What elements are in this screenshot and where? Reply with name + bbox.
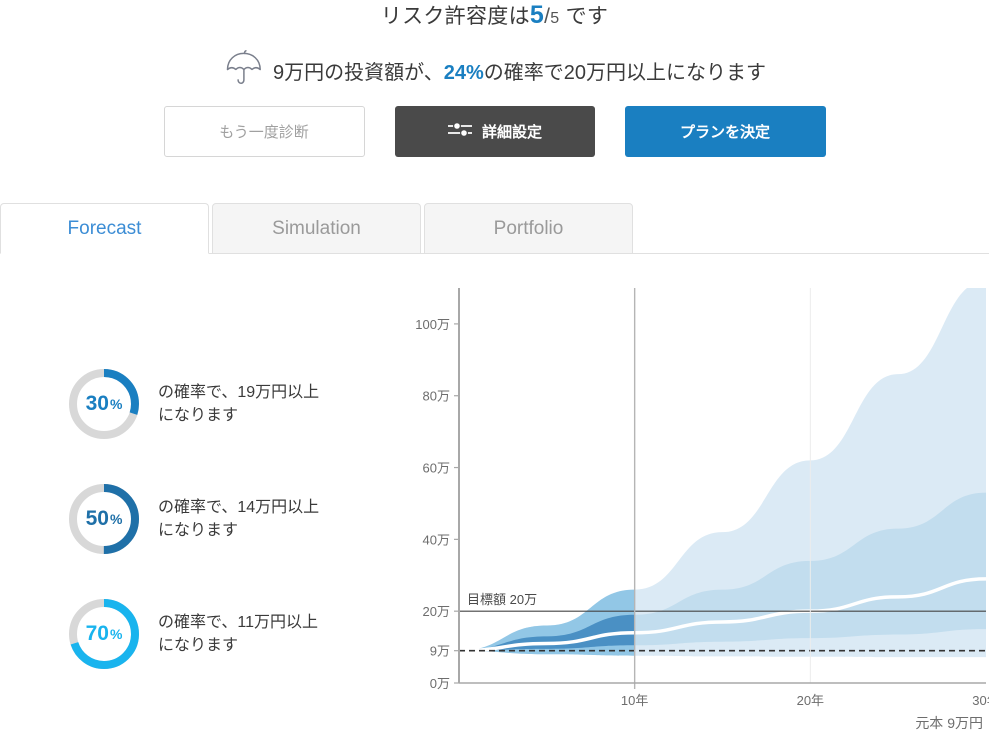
- x-axis-tick-label: 30年: [972, 693, 989, 708]
- rediagnose-button[interactable]: もう一度診断: [163, 106, 365, 157]
- donut-label-50: 50%: [68, 483, 140, 555]
- chart-footer-note: 元本 9万円: [915, 715, 983, 731]
- forecast-chart: 目標額 20万 0万 9万 20万 40万 60万 80万 100万 10年 20年 30年 元本 …: [404, 283, 989, 744]
- headline-prefix: リスク許容度は: [380, 5, 530, 28]
- x-axis-tick-label: 10年: [621, 693, 648, 708]
- x-axis-tick-label: 20年: [797, 693, 824, 708]
- decide-plan-button[interactable]: プランを決定: [624, 106, 826, 157]
- umbrella-icon: [223, 50, 265, 95]
- tab-bar: Forecast Simulation Portfolio: [0, 203, 989, 254]
- donut-percent-30: 30: [85, 392, 109, 415]
- donut-chart-30: 30%: [68, 368, 140, 440]
- tab-simulation-label: Simulation: [272, 217, 361, 239]
- probability-text-30-line2: になります: [158, 407, 239, 424]
- goal-line-label: 目標額 20万: [467, 592, 537, 607]
- advanced-settings-button-label: 詳細設定: [481, 124, 542, 141]
- y-axis-tick-label: 100万: [415, 317, 450, 332]
- summary-text-before: 9万円の投資額が、: [272, 61, 444, 84]
- donut-chart-50: 50%: [68, 483, 140, 555]
- risk-score-denominator: 5: [550, 10, 560, 27]
- tab-forecast[interactable]: Forecast: [0, 203, 209, 254]
- y-axis-tick-label: 0万: [430, 676, 450, 691]
- donut-chart-70: 70%: [68, 598, 140, 670]
- tab-portfolio[interactable]: Portfolio: [424, 203, 633, 254]
- probability-row-50: 50% の確率で、14万円以上 になります: [68, 483, 319, 555]
- probability-text-70: の確率で、11万円以上 になります: [158, 611, 318, 657]
- probability-row-30: 30% の確率で、19万円以上 になります: [68, 368, 319, 440]
- action-button-row: もう一度診断 詳細設定 プランを決定: [0, 106, 989, 157]
- donut-label-70: 70%: [68, 598, 140, 670]
- sliders-icon: [447, 121, 473, 142]
- forecast-page: リスク許容度は5/5 です 9万円の投資額が、 24% の確率で20万円以上になりま…: [0, 0, 989, 744]
- page-title: リスク許容度は5/5 です: [0, 0, 989, 34]
- tab-forecast-label: Forecast: [67, 217, 142, 239]
- probability-text-50-line1: の確率で、14万円以上: [158, 499, 320, 516]
- y-axis-tick-label: 40万: [423, 532, 450, 547]
- probability-text-70-line2: になります: [158, 637, 239, 654]
- donut-percent-50: 50: [85, 507, 109, 530]
- probability-text-70-line1: の確率で、11万円以上: [158, 614, 318, 631]
- probability-text-50: の確率で、14万円以上 になります: [158, 496, 319, 542]
- decide-plan-button-label: プランを決定: [679, 124, 770, 141]
- probability-text-50-line2: になります: [158, 522, 239, 539]
- probability-row-70: 70% の確率で、11万円以上 になります: [68, 598, 319, 670]
- donut-percent-symbol-50: %: [109, 511, 123, 527]
- y-axis-tick-label: 80万: [423, 389, 450, 404]
- tab-portfolio-label: Portfolio: [493, 217, 564, 239]
- donut-percent-symbol-70: %: [109, 626, 123, 642]
- summary-probability: 24%: [443, 61, 484, 84]
- rediagnose-button-label: もう一度診断: [219, 124, 309, 141]
- donut-percent-symbol-30: %: [109, 396, 123, 412]
- probability-text-30: の確率で、19万円以上 になります: [158, 381, 319, 427]
- risk-score-value: 5: [529, 1, 545, 29]
- y-axis-tick-label: 20万: [423, 604, 450, 619]
- y-axis-tick-label: 60万: [423, 461, 450, 476]
- probability-list: 30% の確率で、19万円以上 になります 50% の確率で、14万円以上 にな…: [68, 368, 319, 713]
- summary-text-after: の確率で20万円以上になります: [483, 61, 766, 84]
- donut-label-30: 30%: [68, 368, 140, 440]
- headline-suffix: です: [565, 5, 609, 28]
- y-axis-tick-label: 9万: [430, 644, 450, 659]
- probability-text-30-line1: の確率で、19万円以上: [158, 384, 320, 401]
- advanced-settings-button[interactable]: 詳細設定: [394, 106, 595, 157]
- forecast-summary: 9万円の投資額が、 24% の確率で20万円以上になります: [0, 50, 989, 95]
- donut-percent-70: 70: [85, 622, 109, 645]
- tab-simulation[interactable]: Simulation: [212, 203, 421, 254]
